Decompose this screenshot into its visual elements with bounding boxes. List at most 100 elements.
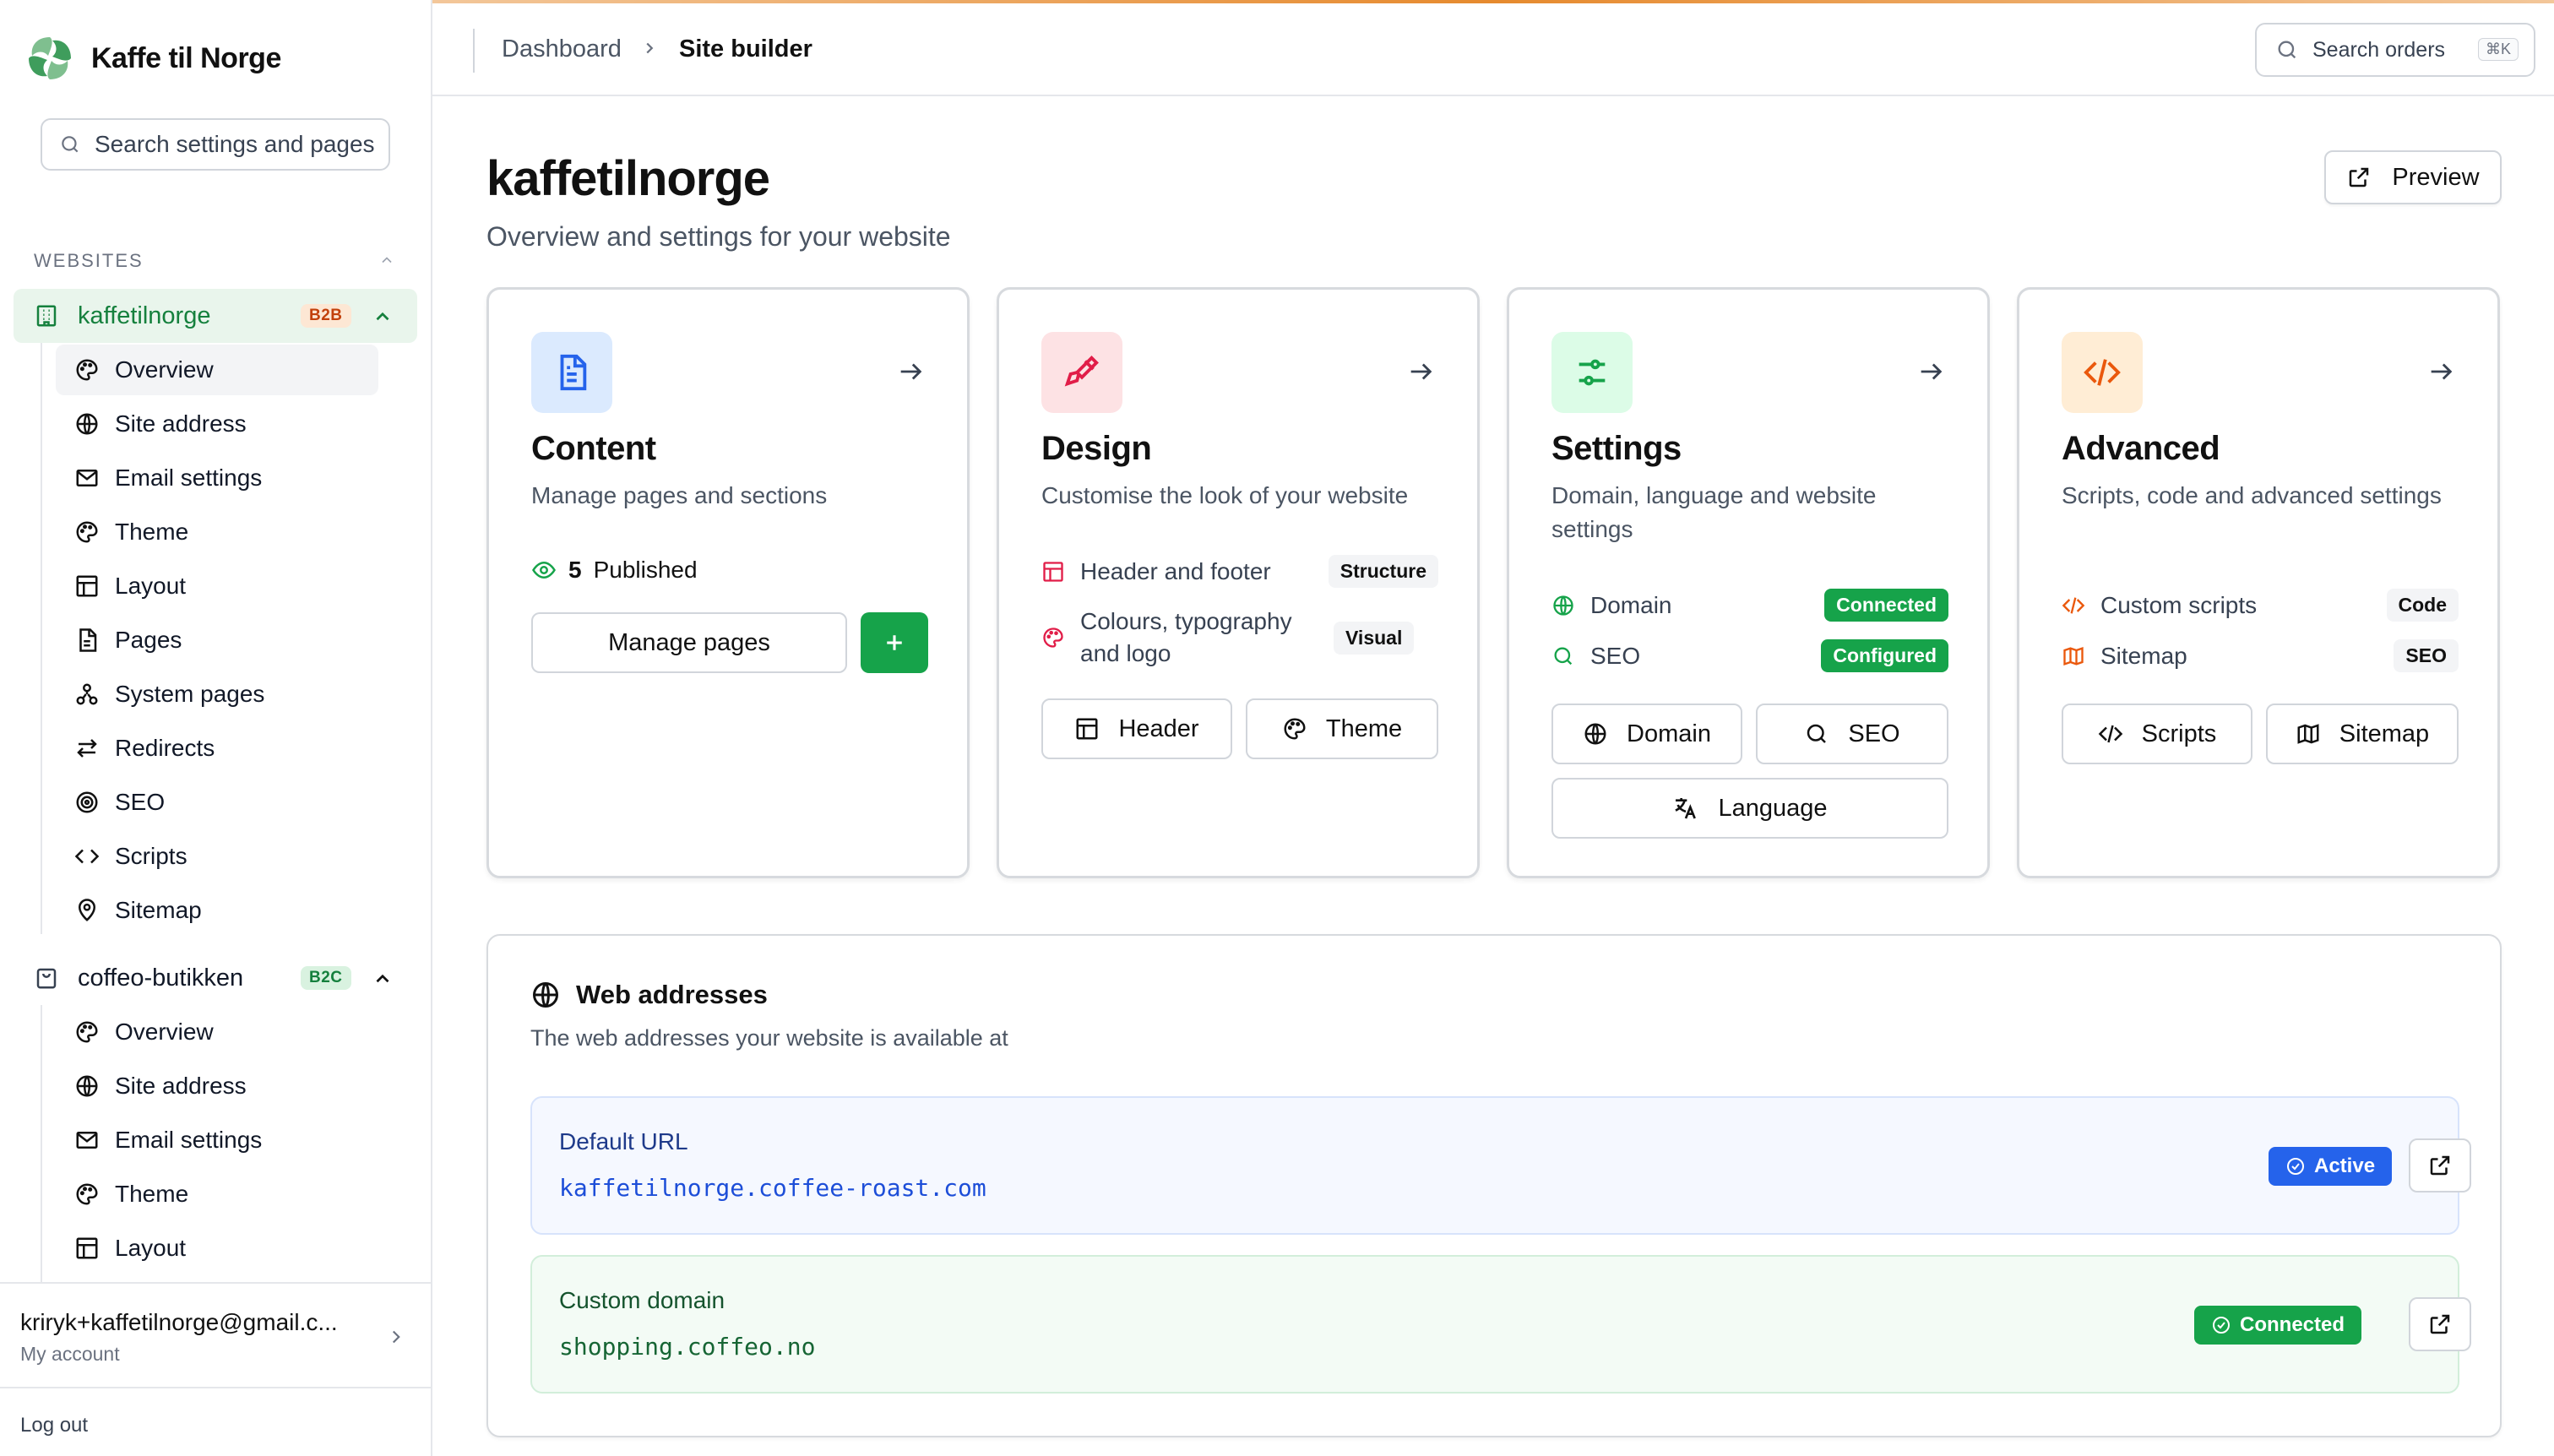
arrow-right-icon[interactable] [1406,357,1435,386]
sidebar-item-site-address[interactable]: Site address [56,1061,378,1111]
url-label: Default URL [559,1128,688,1154]
sidebar-item-seo[interactable]: SEO [56,777,378,828]
feature-sitemap: Sitemap SEO [2062,639,2459,672]
feature-header-footer: Header and footer Structure [1041,555,1438,588]
feature-tag: Code [2386,589,2459,622]
arrow-right-icon[interactable] [896,357,925,386]
button-label: SEO [1848,720,1900,747]
sidebar-item-label: Sitemap [115,897,202,923]
mail-icon [76,470,98,486]
chevron-up-icon[interactable] [378,252,395,269]
card-description: Domain, language and website settings [1551,482,1877,542]
sidebar-search-input[interactable]: Search settings and pages [41,118,390,171]
site-kaffetilnorge[interactable]: kaffetilnorge B2B [14,289,417,343]
content-card[interactable]: Content Manage pages and sections 5 Publ… [486,287,970,878]
open-url-button[interactable] [2409,1297,2471,1351]
sidebar-item-pages[interactable]: Pages [56,615,378,666]
status-label: Active [2314,1154,2376,1177]
header-divider [473,29,475,73]
layout-icon [76,575,98,597]
settings-card[interactable]: Settings Domain, language and website se… [1507,287,1990,878]
chevron-up-icon[interactable] [372,306,394,328]
globe-icon [1553,595,1573,616]
logout-link[interactable]: Log out [20,1414,88,1437]
sidebar-item-layout[interactable]: Layout [56,561,378,611]
sidebar-item-overview[interactable]: Overview [56,345,378,395]
header-button[interactable]: Header [1041,698,1232,759]
brand[interactable]: Kaffe til Norge [25,34,281,83]
sidebar-item-layout[interactable]: Layout [56,1223,378,1274]
design-card[interactable]: Design Customise the look of your websit… [997,287,1480,878]
advanced-card[interactable]: Advanced Scripts, code and advanced sett… [2017,287,2500,878]
sidebar-item-theme[interactable]: Theme [56,1169,378,1220]
feature-custom-scripts: Custom scripts Code [2062,589,2459,622]
site-coffeo-butikken[interactable]: coffeo-butikken B2C [14,951,417,1005]
section-title: Web addresses [576,980,768,1009]
published-label: Published [593,557,698,583]
search-orders-placeholder: Search orders [2312,37,2446,62]
sidebar-item-system-pages[interactable]: System pages [56,669,378,720]
published-number: 5 [568,557,582,583]
sidebar-item-theme[interactable]: Theme [56,507,378,557]
status-badge: Connected [1824,589,1948,622]
theme-button[interactable]: Theme [1246,698,1438,759]
sidebar-item-label: Layout [115,1235,187,1261]
chevron-right-icon [646,42,654,54]
sidebar-item-label: Email settings [115,1127,263,1153]
url-label: Custom domain [559,1287,725,1313]
domain-button[interactable]: Domain [1551,704,1742,764]
language-button[interactable]: Language [1551,778,1948,839]
feature-tag: SEO [2394,639,2459,672]
web-addresses-title: Web addresses [530,980,768,1010]
button-label: Sitemap [2339,720,2430,747]
sidebar-item-label: Pages [115,627,182,653]
scripts-button[interactable]: Scripts [2062,704,2252,764]
breadcrumb-dashboard[interactable]: Dashboard [502,35,622,63]
add-page-button[interactable] [861,612,928,673]
manage-pages-button[interactable]: Manage pages [531,612,847,673]
sidebar-item-label: Overview [115,356,214,383]
sidebar-item-label: Site address [115,1073,247,1099]
arrow-right-icon[interactable] [1916,357,1945,386]
preview-button[interactable]: Preview [2324,150,2502,204]
sidebar-search-placeholder: Search settings and pages [95,131,375,157]
seo-button[interactable]: SEO [1756,704,1948,764]
file-text-icon [560,354,587,391]
url-value[interactable]: kaffetilnorge.coffee-roast.com [559,1174,986,1202]
sidebar-item-email-settings[interactable]: Email settings [56,1115,378,1165]
arrow-right-icon[interactable] [2426,357,2455,386]
sidebar-item-sitemap[interactable]: Sitemap [56,885,378,936]
sidebar-item-label: Site address [115,410,247,437]
sitemap-button[interactable]: Sitemap [2266,704,2459,764]
card-description: Customise the look of your website [1041,482,1409,508]
sidebar-item-label: Scripts [115,843,187,869]
breadcrumb-site-builder: Site builder [679,35,812,62]
url-value[interactable]: shopping.coffeo.no [559,1333,815,1361]
chevron-up-icon[interactable] [372,968,394,990]
sidebar-item-label: Theme [115,1181,189,1207]
open-url-button[interactable] [2409,1138,2471,1193]
sidebar-item-overview[interactable]: Overview [56,1007,378,1057]
card-title: Content [531,430,656,467]
site-type-badge: B2B [301,304,351,328]
search-orders-input[interactable]: Search orders ⌘K [2255,23,2535,77]
globe-icon [76,1075,98,1097]
card-description: Manage pages and sections [531,482,828,508]
external-link-icon [2430,1314,2450,1334]
search-icon [2278,41,2296,59]
feature-tag: Structure [1328,555,1438,588]
sidebar-item-site-address[interactable]: Site address [56,399,378,449]
sidebar-item-label: System pages [115,681,265,707]
account-email: kriryk+kaffetilnorge@gmail.c... [20,1309,338,1335]
building-icon [36,305,57,327]
sidebar-item-scripts[interactable]: Scripts [56,831,378,882]
globe-icon [1584,723,1606,745]
sidebar-item-redirects[interactable]: Redirects [56,723,378,774]
status-badge: Active [2269,1147,2393,1186]
site-name: coffeo-butikken [78,964,244,991]
published-count: 5 Published [531,557,698,584]
account-menu[interactable]: kriryk+kaffetilnorge@gmail.c... My accou… [0,1282,431,1388]
settings-card-icon [1551,332,1633,413]
feature-seo: SEO Configured [1551,639,1948,672]
sidebar-item-email-settings[interactable]: Email settings [56,453,378,503]
